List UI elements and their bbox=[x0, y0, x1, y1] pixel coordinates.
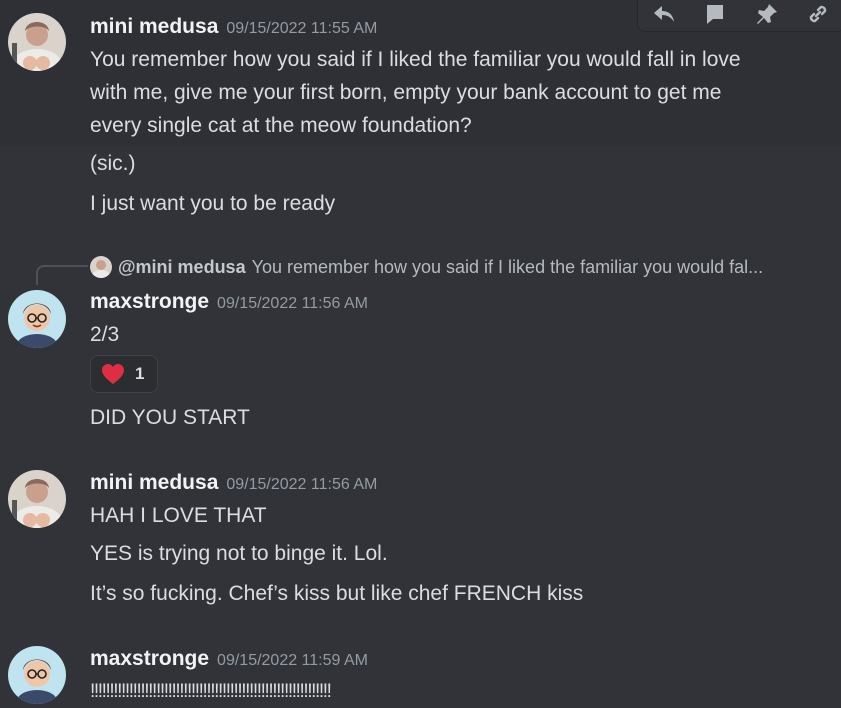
message-text: I just want you to be ready bbox=[90, 192, 336, 215]
message-text: with me, give me your first born, empty … bbox=[90, 81, 722, 104]
reply-avatar bbox=[90, 256, 112, 278]
message-text: DID YOU START bbox=[90, 406, 250, 429]
avatar[interactable] bbox=[8, 646, 66, 704]
link-icon[interactable] bbox=[802, 0, 834, 30]
avatar[interactable] bbox=[8, 470, 66, 528]
heart-icon bbox=[102, 364, 124, 384]
reply-preview[interactable]: You remember how you said if I liked the… bbox=[252, 257, 764, 278]
timestamp: 09/15/2022 11:56 AM bbox=[226, 476, 378, 493]
thread-icon[interactable] bbox=[699, 0, 731, 30]
message-text: It’s so fucking. Chef’s kiss but like ch… bbox=[90, 582, 584, 605]
message-actions-toolbar bbox=[637, 0, 841, 32]
message-text: YES is trying not to binge it. Lol. bbox=[90, 542, 388, 565]
username[interactable]: mini medusa bbox=[90, 15, 218, 38]
reply-spine bbox=[36, 265, 88, 285]
reaction-count: 1 bbox=[135, 364, 145, 383]
username[interactable]: mini medusa bbox=[90, 471, 218, 494]
reply-reference[interactable]: @mini medusa You remember how you said i… bbox=[90, 254, 763, 280]
timestamp: 09/15/2022 11:59 AM bbox=[217, 652, 368, 669]
reply-mention[interactable]: @mini medusa bbox=[118, 257, 246, 278]
reply-icon[interactable] bbox=[648, 0, 680, 30]
username[interactable]: maxstronge bbox=[90, 647, 209, 670]
message-text: You remember how you said if I liked the… bbox=[90, 48, 741, 71]
username[interactable]: maxstronge bbox=[90, 290, 209, 313]
reaction-heart[interactable]: 1 bbox=[90, 355, 158, 393]
timestamp: 09/15/2022 11:55 AM bbox=[226, 20, 378, 37]
message-text: HAH I LOVE THAT bbox=[90, 504, 267, 527]
message-text: 2/3 bbox=[90, 323, 120, 346]
message-text: !!!!!!!!!!!!!!!!!!!!!!!!!!!!!!!!!!!!!!!!… bbox=[90, 681, 332, 702]
timestamp: 09/15/2022 11:56 AM bbox=[217, 295, 368, 312]
pin-icon[interactable] bbox=[751, 0, 783, 30]
message-text: (sic.) bbox=[90, 152, 136, 175]
avatar[interactable] bbox=[8, 13, 66, 71]
avatar[interactable] bbox=[8, 290, 66, 348]
message-text: every single cat at the meow foundation? bbox=[90, 114, 472, 137]
